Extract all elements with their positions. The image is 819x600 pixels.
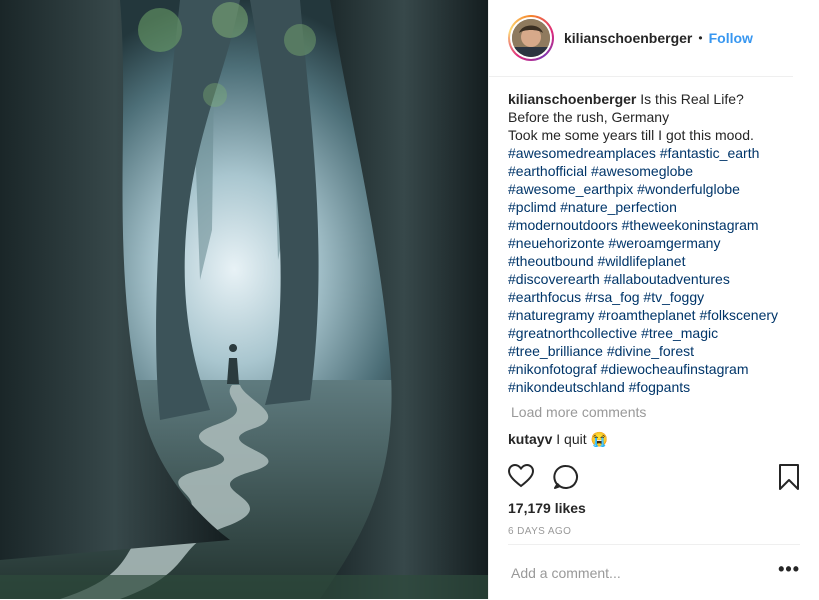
hashtag-line[interactable]: #greatnorthcollective #tree_magic [508, 324, 808, 342]
hashtag-line[interactable]: #nikonfotograf #diewocheaufinstagram [508, 360, 808, 378]
post-timestamp[interactable]: 6 DAYS AGO [508, 526, 571, 537]
caption-line: Before the rush, Germany [508, 109, 670, 125]
caption-line: Took me some years till I got this mood. [508, 127, 754, 143]
follow-button[interactable]: Follow [709, 30, 753, 46]
post-photo[interactable] [0, 0, 488, 599]
caption-username[interactable]: kilianschoenberger [508, 91, 636, 107]
forest-path-image [0, 0, 488, 599]
comment: kutayv I quit 😭 [508, 431, 608, 448]
likes-count[interactable]: 17,179 likes [508, 500, 586, 516]
hashtag-line[interactable]: #modernoutdoors #theweekoninstagram [508, 216, 808, 234]
more-options-icon[interactable]: ••• [778, 559, 800, 580]
action-bar [507, 463, 800, 493]
hashtag-line[interactable]: #pclimd #nature_perfection [508, 198, 808, 216]
caption: kilianschoenberger Is this Real Life? Be… [508, 90, 808, 396]
load-more-comments-button[interactable]: Load more comments [511, 404, 646, 420]
add-comment-input[interactable]: Add a comment... [511, 565, 621, 581]
comment-text: I quit 😭 [556, 431, 608, 447]
hashtag-line[interactable]: #tree_brilliance #divine_forest [508, 342, 808, 360]
header-separator: • [698, 31, 703, 45]
hashtag-line[interactable]: #earthofficial #awesomeglobe [508, 162, 808, 180]
avatar-image [512, 19, 550, 57]
hashtag-line[interactable]: #naturegramy #roamtheplanet #folkscenery [508, 306, 808, 324]
hashtag-list: #awesomedreamplaces #fantastic_earth #ea… [508, 144, 808, 396]
heart-icon[interactable] [507, 463, 535, 493]
hashtag-line[interactable]: #nikondeutschland #fogpants [508, 378, 808, 396]
comment-icon[interactable] [553, 464, 579, 495]
avatar[interactable] [508, 15, 554, 61]
header-username[interactable]: kilianschoenberger [564, 30, 692, 46]
hashtag-line[interactable]: #discoverearth #allaboutadventures [508, 270, 808, 288]
add-comment-bar: Add a comment... ••• [508, 544, 800, 600]
hashtag-line[interactable]: #earthfocus #rsa_fog #tv_foggy [508, 288, 808, 306]
hashtag-line[interactable]: #neuehorizonte #weroamgermany [508, 234, 808, 252]
post-sidebar: kilianschoenberger • Follow kilianschoen… [488, 0, 819, 599]
hashtag-line[interactable]: #theoutbound #wildlifeplanet [508, 252, 808, 270]
caption-line: Is this Real Life? [640, 91, 744, 107]
hashtag-line[interactable]: #awesomedreamplaces #fantastic_earth [508, 144, 808, 162]
hashtag-line[interactable]: #awesome_earthpix #wonderfulglobe [508, 180, 808, 198]
post-header: kilianschoenberger • Follow [489, 0, 793, 77]
comment-username[interactable]: kutayv [508, 431, 552, 447]
instagram-post: kilianschoenberger • Follow kilianschoen… [0, 0, 819, 599]
bookmark-icon[interactable] [778, 464, 800, 495]
